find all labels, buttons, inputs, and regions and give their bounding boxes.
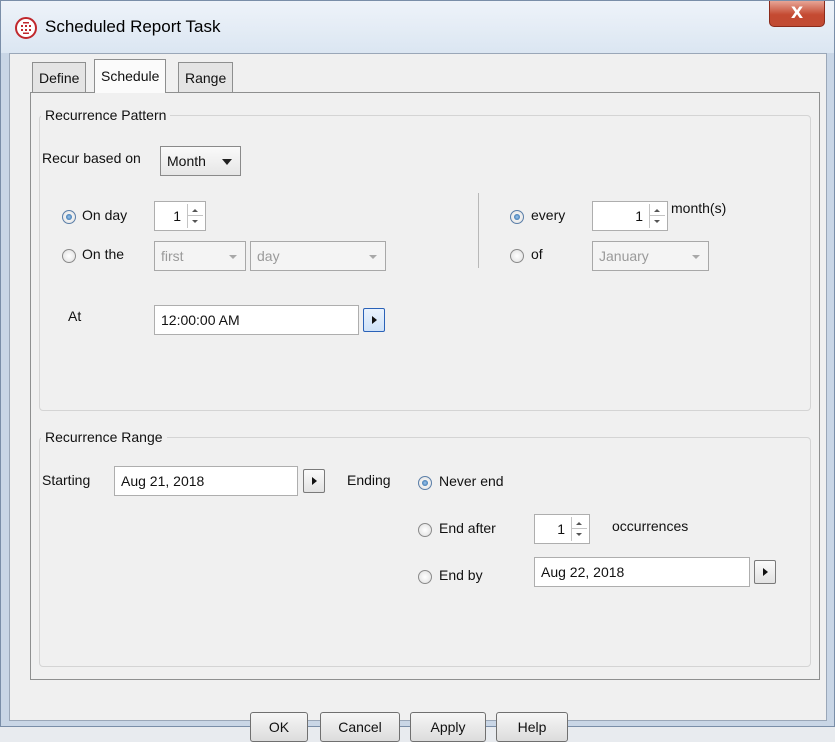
of-radio[interactable] — [510, 249, 524, 263]
on-the-ordinal-value: first — [161, 248, 184, 264]
spinner-arrows-icon[interactable] — [187, 204, 203, 228]
tab-range[interactable]: Range — [178, 62, 234, 92]
chevron-down-icon — [369, 255, 377, 259]
at-label: At — [68, 308, 82, 324]
window-title: Scheduled Report Task — [45, 17, 221, 36]
every-radio[interactable] — [510, 210, 524, 224]
of-label: of — [531, 246, 543, 262]
spinner-arrows-icon[interactable] — [649, 204, 665, 228]
end-after-label: End after — [439, 520, 496, 536]
at-time-field[interactable]: 12:00:00 AM — [154, 305, 359, 335]
on-the-ordinal-select[interactable]: first — [154, 241, 246, 271]
app-icon — [15, 17, 37, 39]
on-the-label: On the — [82, 246, 125, 262]
on-day-radio[interactable] — [62, 210, 76, 224]
end-after-spinner[interactable]: 1 — [534, 514, 590, 544]
of-month-select[interactable]: January — [592, 241, 709, 271]
at-time-value: 12:00:00 AM — [161, 312, 240, 328]
on-day-label: On day — [82, 207, 128, 223]
starting-label: Starting — [42, 472, 91, 488]
never-end-label: Never end — [439, 473, 504, 489]
occurrences-label: occurrences — [612, 518, 689, 534]
play-arrow-icon — [372, 316, 377, 324]
starting-date-value: Aug 21, 2018 — [121, 473, 205, 489]
end-after-radio[interactable] — [418, 523, 432, 537]
end-by-date-picker-button[interactable] — [754, 560, 776, 584]
column-divider — [478, 193, 479, 268]
recurrence-range-legend: Recurrence Range — [41, 429, 167, 445]
chevron-down-icon — [229, 255, 237, 259]
starting-date-picker-button[interactable] — [303, 469, 325, 493]
every-value: 1 — [635, 208, 643, 224]
on-day-value: 1 — [173, 208, 181, 224]
chevron-down-icon — [222, 159, 232, 165]
of-month-value: January — [599, 248, 649, 264]
apply-button[interactable]: Apply — [410, 712, 486, 742]
recur-based-on-select[interactable]: Month — [160, 146, 241, 176]
on-day-spinner[interactable]: 1 — [154, 201, 206, 231]
end-by-date-value: Aug 22, 2018 — [541, 564, 625, 580]
cancel-button[interactable]: Cancel — [320, 712, 400, 742]
every-label: every — [531, 207, 566, 223]
play-arrow-icon — [312, 477, 317, 485]
dialog-client: Define Schedule Range Recurrence Pattern… — [9, 53, 827, 742]
at-time-picker-button[interactable] — [363, 308, 385, 332]
tab-define[interactable]: Define — [32, 62, 87, 92]
every-unit-label: month(s) — [671, 200, 727, 216]
end-after-value: 1 — [557, 521, 565, 537]
recur-based-on-value: Month — [167, 153, 206, 169]
end-by-radio[interactable] — [418, 570, 432, 584]
title-bar[interactable]: Scheduled Report Task X — [1, 1, 834, 53]
every-spinner[interactable]: 1 — [592, 201, 668, 231]
tab-schedule[interactable]: Schedule — [94, 59, 167, 93]
close-icon: X — [790, 3, 804, 22]
end-by-label: End by — [439, 567, 483, 583]
on-the-radio[interactable] — [62, 249, 76, 263]
help-button[interactable]: Help — [496, 712, 568, 742]
recurrence-pattern-legend: Recurrence Pattern — [41, 107, 171, 123]
on-the-unit-value: day — [257, 248, 280, 264]
ok-button[interactable]: OK — [250, 712, 308, 742]
ending-label: Ending — [347, 472, 391, 488]
recur-based-on-label: Recur based on — [42, 150, 141, 166]
dialog-window: Scheduled Report Task X Define Schedule … — [0, 0, 835, 742]
starting-date-field[interactable]: Aug 21, 2018 — [114, 466, 298, 496]
schedule-panel: Recurrence Pattern Recur based on Month … — [30, 92, 820, 680]
end-by-date-field[interactable]: Aug 22, 2018 — [534, 557, 750, 587]
chevron-down-icon — [692, 255, 700, 259]
play-arrow-icon — [763, 568, 768, 576]
never-end-radio[interactable] — [418, 476, 432, 490]
on-the-unit-select[interactable]: day — [250, 241, 386, 271]
spinner-arrows-icon[interactable] — [571, 517, 587, 541]
close-button[interactable]: X — [769, 1, 825, 27]
